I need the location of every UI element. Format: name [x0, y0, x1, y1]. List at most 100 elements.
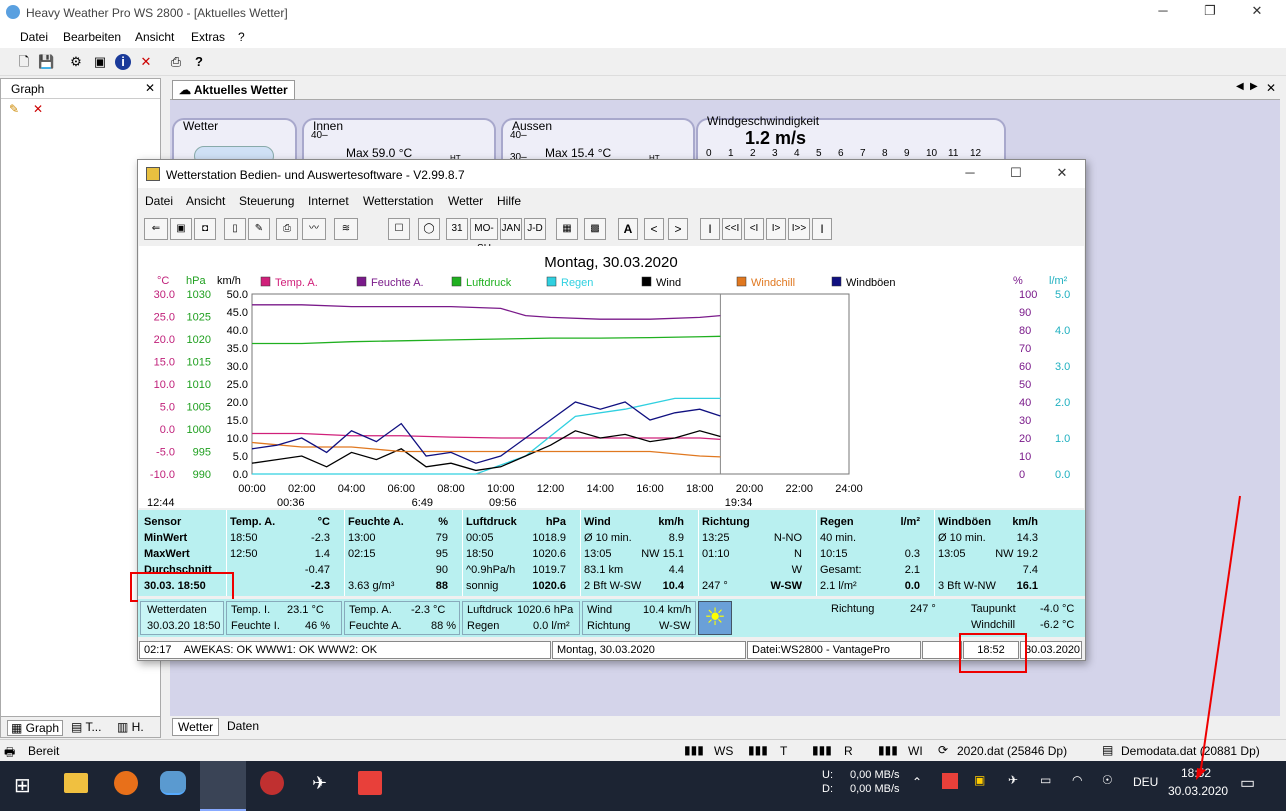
- nav-prev-fast[interactable]: <<I: [722, 218, 742, 240]
- info-icon[interactable]: i: [115, 54, 131, 70]
- windows-start-icon[interactable]: ⊞: [14, 773, 31, 798]
- tool-save[interactable]: ▣: [170, 218, 192, 240]
- y2-tick-label: 0.0: [1055, 469, 1070, 481]
- temp-i-value: 23.1 °C: [287, 604, 324, 616]
- delete-graph-icon[interactable]: ✕: [33, 102, 43, 116]
- nav-next-step[interactable]: I>: [766, 218, 786, 240]
- y2-tick-label: 20: [1019, 433, 1031, 445]
- menu-bearbeiten[interactable]: Bearbeiten: [63, 30, 121, 44]
- tab-daten[interactable]: Daten: [227, 719, 259, 733]
- tool-doc[interactable]: ▯: [224, 218, 246, 240]
- close-button[interactable]: ✕: [1240, 3, 1274, 23]
- heavy-weather-icon[interactable]: [160, 771, 186, 795]
- dlg-menu-datei[interactable]: Datei: [145, 194, 173, 208]
- nav-next[interactable]: >: [668, 218, 688, 240]
- tool-notes[interactable]: ✎: [248, 218, 270, 240]
- dialog-maximize-button[interactable]: ☐: [999, 165, 1033, 185]
- weather-station-taskbar-icon[interactable]: [200, 761, 246, 811]
- table-cell-value: 14.3: [1016, 532, 1038, 544]
- dlg-menu-hilfe[interactable]: Hilfe: [497, 194, 521, 208]
- dlg-menu-wetter[interactable]: Wetter: [448, 194, 483, 208]
- wind-scale-tick: 3: [772, 148, 778, 159]
- battery-icon[interactable]: ▭: [1040, 773, 1051, 787]
- dialog-close-button[interactable]: ✕: [1045, 165, 1079, 185]
- clock-app-icon[interactable]: [260, 771, 284, 795]
- minimize-button[interactable]: ─: [1146, 3, 1180, 23]
- plane-app-icon[interactable]: ✈: [312, 773, 327, 794]
- dlg-menu-internet[interactable]: Internet: [308, 194, 349, 208]
- x-tick-label: 02:00: [288, 483, 316, 495]
- tool-jan[interactable]: JAN: [500, 218, 522, 240]
- feuchte-a-value: 88 %: [431, 620, 457, 632]
- wifi-icon[interactable]: ◠: [1072, 773, 1082, 787]
- notification-icon[interactable]: ▭: [1240, 773, 1255, 793]
- taskbar-date[interactable]: 30.03.2020: [1168, 784, 1228, 798]
- save-icon[interactable]: 💾: [38, 54, 54, 70]
- firefox-icon[interactable]: [114, 771, 138, 795]
- tab-aktuelles-wetter[interactable]: ☁ Aktuelles Wetter: [172, 80, 295, 100]
- tab-scroll-left-icon[interactable]: ◀: [1236, 81, 1244, 92]
- file-explorer-icon[interactable]: [64, 773, 88, 793]
- dlg-menu-wetterstation[interactable]: Wetterstation: [363, 194, 433, 208]
- print-icon[interactable]: ⎙: [168, 54, 184, 70]
- new-graph-icon[interactable]: ✎: [9, 102, 19, 116]
- nav-a[interactable]: A: [618, 218, 638, 240]
- settings-icon[interactable]: ⚙: [68, 54, 84, 70]
- tab-wetter[interactable]: Wetter: [172, 718, 220, 736]
- y-tick-label: 10.0: [227, 433, 248, 445]
- menu-help[interactable]: ?: [238, 30, 245, 44]
- delete-icon[interactable]: ✕: [138, 54, 154, 70]
- tray-chevron-icon[interactable]: ⌃: [912, 775, 922, 789]
- new-file-icon[interactable]: 🗋: [16, 54, 32, 70]
- tool-clock[interactable]: ◯: [418, 218, 440, 240]
- left-panel-close-icon[interactable]: ✕: [145, 81, 155, 95]
- tab-h[interactable]: ▥ H.: [117, 720, 144, 734]
- tab-graph[interactable]: ▦ Graph: [7, 720, 64, 736]
- language-indicator[interactable]: DEU: [1133, 775, 1158, 789]
- menu-extras[interactable]: Extras: [191, 30, 225, 44]
- tray-station-icon[interactable]: ▣: [974, 773, 985, 787]
- x-tick-label: 12:00: [537, 483, 565, 495]
- y-tick-label: 45.0: [227, 307, 248, 319]
- menu-ansicht[interactable]: Ansicht: [135, 30, 174, 44]
- tool-minmax[interactable]: ▩: [584, 218, 606, 240]
- tool-day[interactable]: ☐: [388, 218, 410, 240]
- tool-jan-dec[interactable]: J-D: [524, 218, 546, 240]
- now-highlight: [130, 572, 234, 602]
- tool-31[interactable]: 31: [446, 218, 468, 240]
- anydesk-icon[interactable]: [358, 771, 382, 795]
- status-empty: [922, 641, 962, 659]
- tab-close-icon[interactable]: ✕: [1266, 81, 1276, 95]
- dlg-menu-steuerung[interactable]: Steuerung: [239, 194, 294, 208]
- nav-prev[interactable]: <: [644, 218, 664, 240]
- tool-table[interactable]: ▦: [556, 218, 578, 240]
- menu-datei[interactable]: Datei: [20, 30, 48, 44]
- help-icon[interactable]: ?: [191, 54, 207, 70]
- wind-scale-tick: 11: [948, 148, 959, 159]
- nav-last[interactable]: I: [812, 218, 832, 240]
- richtung-label: Richtung: [587, 620, 631, 632]
- temp-a-label: Temp. A.: [349, 604, 392, 616]
- tool-mo-su[interactable]: MO-SU: [470, 218, 498, 254]
- tray-app-icon[interactable]: ☉: [1102, 773, 1113, 787]
- battery-r-icon: ▮▮▮: [812, 743, 832, 757]
- tray-plane-icon[interactable]: ✈: [1008, 773, 1018, 787]
- table-cell-value: N: [794, 548, 802, 560]
- tool-back[interactable]: ⇐: [144, 218, 168, 240]
- dialog-minimize-button[interactable]: ─: [953, 165, 987, 185]
- table-divider: [934, 510, 935, 596]
- tool-graph[interactable]: 〰: [302, 218, 326, 240]
- nav-first[interactable]: I: [700, 218, 720, 240]
- taskbar-time[interactable]: 18:52: [1181, 766, 1211, 780]
- tool-disk[interactable]: ◘: [194, 218, 216, 240]
- tool-print[interactable]: ⎙: [276, 218, 298, 240]
- restore-button[interactable]: ❐: [1193, 3, 1227, 23]
- tool-graph2[interactable]: ≋: [334, 218, 358, 240]
- tray-anydesk-icon[interactable]: [942, 773, 958, 789]
- dlg-menu-ansicht[interactable]: Ansicht: [186, 194, 225, 208]
- nav-prev-step[interactable]: <I: [744, 218, 764, 240]
- station-icon[interactable]: ▣: [92, 54, 108, 70]
- tab-t[interactable]: ▤ T...: [71, 720, 101, 734]
- nav-next-fast[interactable]: I>>: [788, 218, 810, 240]
- tab-scroll-right-icon[interactable]: ▶: [1250, 81, 1258, 92]
